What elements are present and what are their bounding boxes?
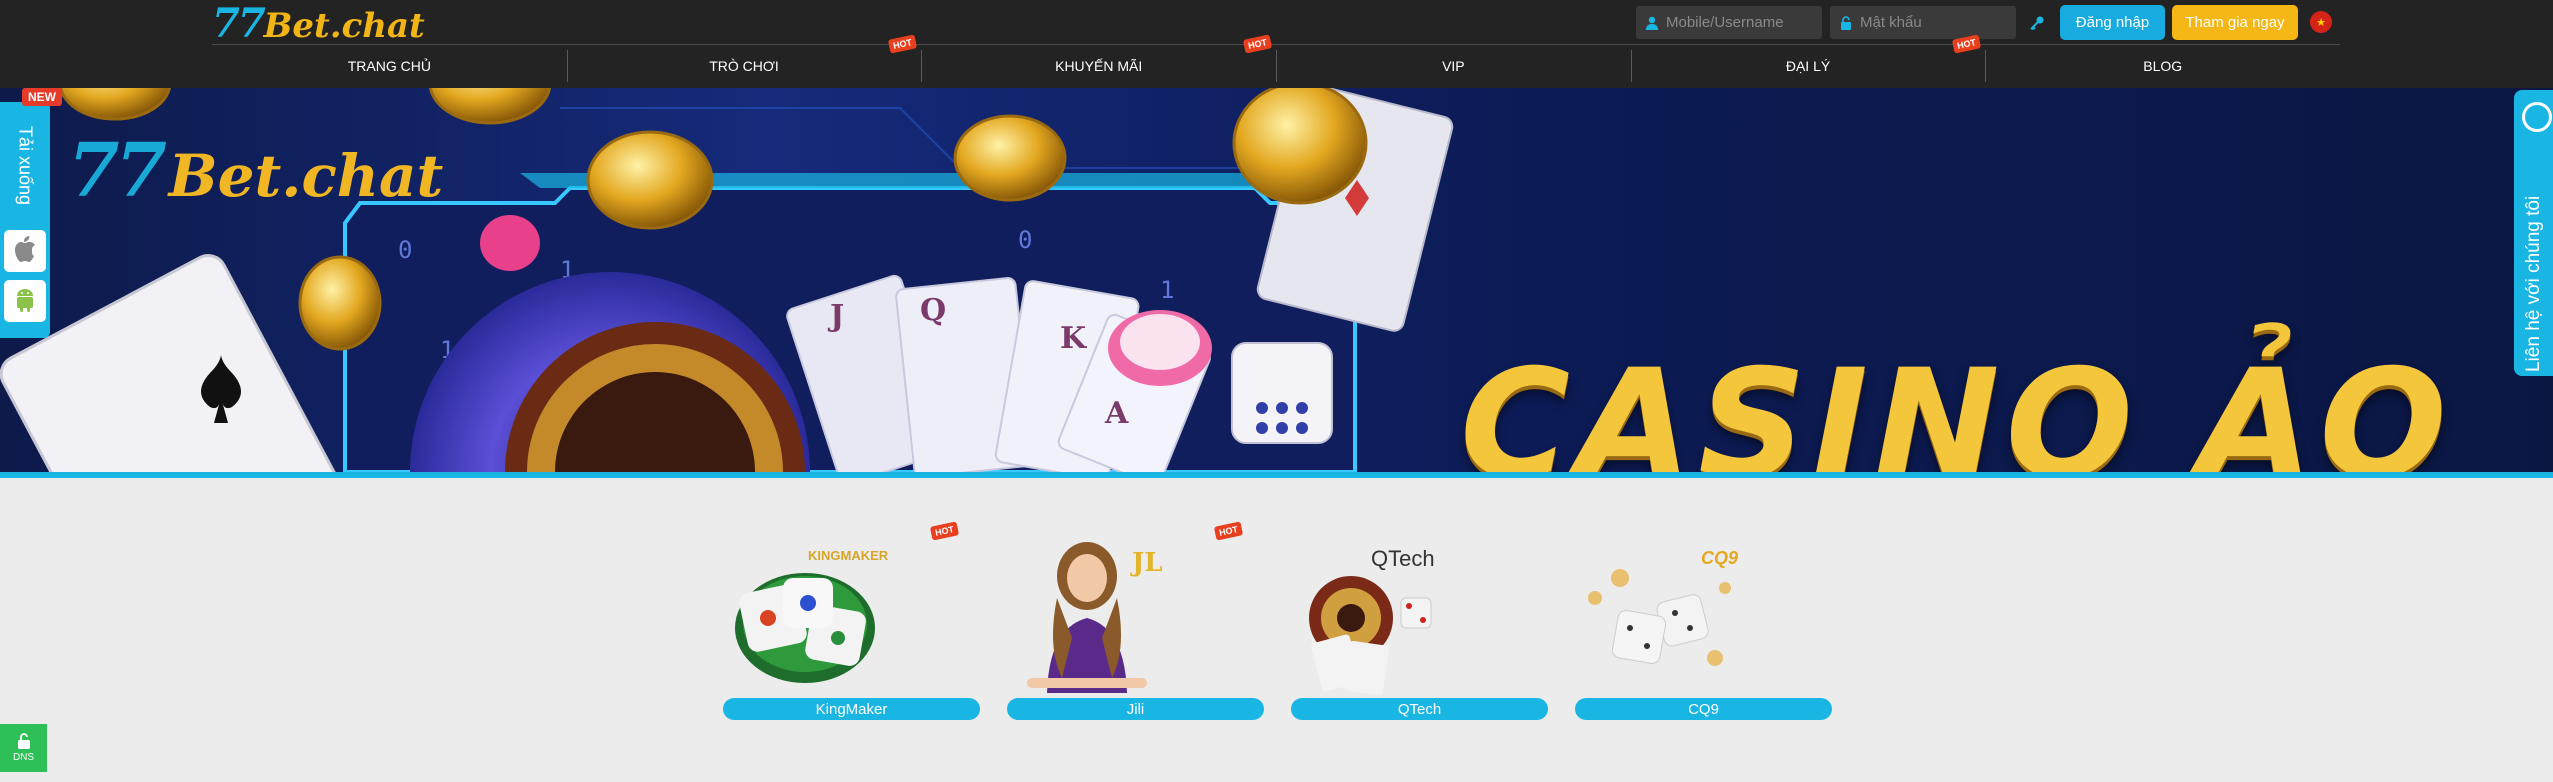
- nav-item-home[interactable]: TRANG CHỦ: [212, 47, 567, 85]
- user-icon: [1644, 14, 1660, 32]
- nav-item-label: TRÒ CHƠI: [709, 58, 779, 74]
- hot-badge: HOT: [1242, 34, 1273, 54]
- provider-label: Jili: [1007, 698, 1264, 720]
- provider-brand: CQ9: [1701, 548, 1739, 568]
- nav-item-agent[interactable]: ĐẠI LÝ HOT: [1630, 34, 1986, 85]
- contact-us-tab[interactable]: Liên hệ với chúng tôi: [2514, 90, 2553, 376]
- nav-item-label: TRANG CHỦ: [347, 58, 431, 74]
- provider-label: KingMaker: [723, 698, 980, 720]
- banner-logo-number: 77: [68, 128, 167, 214]
- svg-text:K: K: [1060, 321, 1087, 356]
- provider-brand: JL: [1132, 548, 1163, 578]
- hot-badge: HOT: [888, 34, 918, 54]
- provider-label: QTech: [1291, 698, 1548, 720]
- svg-text:A: A: [1104, 396, 1129, 431]
- banner-logo: 77 Bet.chat: [68, 128, 443, 214]
- banner-title: CASINO ẢO: [1460, 338, 2453, 472]
- dns-button[interactable]: DNS: [0, 724, 47, 772]
- nav-item-games[interactable]: TRÒ CHƠI HOT: [566, 34, 922, 85]
- nav-item-vip[interactable]: VIP: [1276, 47, 1631, 85]
- android-icon: [14, 286, 36, 317]
- svg-text:0: 0: [1018, 226, 1032, 254]
- game-provider-list: KINGMAKER HOT KingMaker JL HOT Jili QTec…: [723, 518, 1832, 720]
- username-field[interactable]: [1636, 6, 1822, 39]
- dns-label: DNS: [12, 752, 35, 763]
- vietnam-flag-icon[interactable]: ★: [2310, 11, 2332, 33]
- whatsapp-icon: [2522, 102, 2552, 132]
- password-input[interactable]: [1860, 14, 2010, 31]
- nav-item-label: ĐẠI LÝ: [1785, 58, 1831, 74]
- cq9-artwork: [1588, 569, 1731, 666]
- nav-item-label: KHUYẾN MÃI: [1055, 58, 1143, 74]
- lock-icon: [1838, 14, 1854, 32]
- join-now-button[interactable]: Tham gia ngay: [2172, 5, 2298, 40]
- provider-card-cq9[interactable]: CQ9 CQ9: [1575, 518, 1832, 720]
- android-download-button[interactable]: [4, 280, 46, 322]
- nav-item-promotions[interactable]: KHUYẾN MÃI HOT: [921, 34, 1276, 85]
- header: 77 Bet.chat Đăng nhập Tham gia ngay ★ TR…: [0, 0, 2553, 88]
- banner-accent-strip: [0, 472, 2553, 478]
- provider-card-jili[interactable]: JL HOT Jili: [1007, 518, 1264, 720]
- provider-brand: QTech: [1371, 546, 1435, 571]
- unlock-icon: [17, 733, 31, 752]
- svg-text:Q: Q: [920, 293, 946, 328]
- hero-banner[interactable]: 010110 JQKA: [0, 88, 2553, 472]
- password-field[interactable]: [1830, 6, 2016, 39]
- contact-label: Liên hệ với chúng tôi: [2523, 195, 2544, 372]
- site-logo[interactable]: 77 Bet.chat: [212, 0, 425, 47]
- login-button[interactable]: Đăng nhập: [2060, 5, 2165, 40]
- svg-text:J: J: [827, 299, 844, 334]
- download-widget[interactable]: Tải xuống: [0, 102, 50, 338]
- logo-number: 77: [212, 0, 266, 47]
- provider-card-kingmaker[interactable]: KINGMAKER HOT KingMaker: [723, 518, 980, 720]
- provider-label: CQ9: [1575, 698, 1832, 720]
- ios-download-button[interactable]: [4, 230, 46, 272]
- nav-item-label: VIP: [1442, 58, 1465, 74]
- forgot-password-key-icon[interactable]: [2026, 12, 2048, 34]
- provider-card-qtech[interactable]: QTech QTech: [1291, 518, 1548, 720]
- download-label: Tải xuống: [15, 126, 36, 206]
- header-divider: [212, 44, 2340, 45]
- apple-icon: [14, 235, 36, 267]
- svg-text:0: 0: [398, 236, 412, 264]
- logo-text: Bet.chat: [263, 6, 425, 46]
- jili-artwork: [1027, 542, 1147, 693]
- nav-item-blog[interactable]: BLOG: [1985, 47, 2340, 85]
- banner-logo-text: Bet.chat: [168, 142, 444, 210]
- new-badge: NEW: [22, 88, 62, 106]
- qtech-artwork: [1309, 576, 1432, 696]
- kingmaker-artwork: [735, 573, 875, 683]
- username-input[interactable]: [1666, 14, 1816, 31]
- provider-brand: KINGMAKER: [808, 548, 889, 563]
- svg-text:1: 1: [1160, 276, 1174, 304]
- nav-item-label: BLOG: [2143, 58, 2183, 74]
- main-nav: TRANG CHỦ TRÒ CHƠI HOT KHUYẾN MÃI HOT VI…: [212, 34, 2340, 85]
